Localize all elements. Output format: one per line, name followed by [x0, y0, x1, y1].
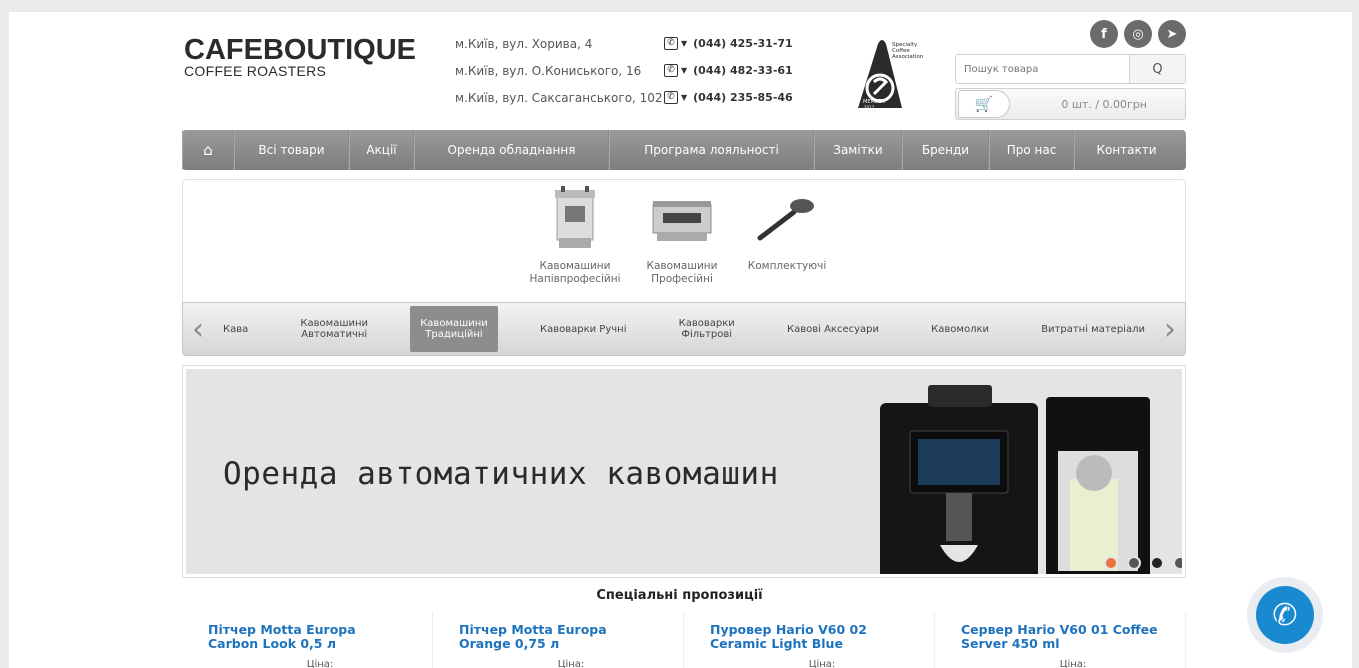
offer-price-label: Ціна:: [1059, 659, 1087, 668]
instagram-icon[interactable]: ◎: [1124, 20, 1152, 48]
sca-member-badge: Specialty Coffee Association MEMBER 2017: [858, 40, 924, 110]
badge-year: 2017: [864, 105, 875, 110]
slider-dot[interactable]: [1127, 556, 1141, 570]
phone-number-3: (044) 235-85-46: [693, 91, 793, 104]
address-2: м.Київ, вул. О.Кониського, 16: [455, 64, 642, 78]
subcategory-professional[interactable]: Кавомашини Професійні: [636, 186, 728, 286]
phone-row-2[interactable]: ✆ ▼ (044) 482-33-61: [664, 64, 793, 91]
offer-card[interactable]: Сервер Hario V60 01 Coffee Server 450 ml…: [935, 611, 1186, 668]
chevron-left-icon[interactable]: ‹: [183, 312, 213, 347]
search-box: Q: [955, 54, 1186, 84]
phone-list: ✆ ▼ (044) 425-31-71 ✆ ▼ (044) 482-33-61 ✆ ▼…: [664, 37, 793, 118]
nav-item-equipment-rent[interactable]: Оренда обладнання: [414, 130, 609, 170]
social-links: f ◎ ➤: [1090, 20, 1186, 48]
phone-number-1: (044) 425-31-71: [693, 37, 793, 50]
offer-name[interactable]: Пітчер Motta Europa Orange 0,75 л: [459, 623, 659, 651]
offer-card[interactable]: Пітчер Motta Europa Carbon Look 0,5 л Ці…: [182, 611, 433, 668]
subcategory-semi-pro[interactable]: Кавомашини Напівпрофесійні: [529, 186, 621, 286]
slider-dot[interactable]: [1150, 556, 1164, 570]
subcategory-components[interactable]: Комплектуючі: [741, 186, 833, 273]
espresso-machine-semi-pro-image: [529, 186, 621, 252]
phone-row-1[interactable]: ✆ ▼ (044) 425-31-71: [664, 37, 793, 64]
nav-item-contacts[interactable]: Контакти: [1074, 130, 1178, 170]
cart-summary: 0 шт. / 0.00грн: [1061, 97, 1147, 111]
chevron-right-icon[interactable]: ›: [1155, 312, 1185, 347]
nav-item-all-products[interactable]: Всі товари: [234, 130, 349, 170]
callback-button[interactable]: ✆: [1247, 577, 1323, 653]
caret-down-icon: ▼: [681, 93, 688, 102]
nav-item-notes[interactable]: Замітки: [814, 130, 902, 170]
offer-price-label: Ціна:: [557, 659, 585, 668]
coffee-machines-image: [880, 385, 1150, 574]
cart[interactable]: 🛒 0 шт. / 0.00грн: [955, 88, 1186, 120]
category-traditional-machines[interactable]: Кавомашини Традиційні: [410, 306, 498, 352]
category-coffee[interactable]: Кава: [213, 306, 258, 352]
search-button[interactable]: Q: [1129, 55, 1185, 83]
banner-title: Оренда автоматичних кавомашин: [223, 456, 779, 492]
logo[interactable]: CAFEBOUTIQUE COFFEE ROASTERS: [184, 34, 416, 79]
phone-icon: ✆: [664, 91, 678, 104]
phone-icon: ✆: [664, 37, 678, 50]
subcategory-components-label: Комплектуючі: [747, 260, 827, 272]
category-manual-brewers[interactable]: Кавоварки Ручні: [530, 306, 637, 352]
offer-price-label: Ціна:: [306, 659, 334, 668]
home-icon[interactable]: ⌂: [182, 130, 234, 170]
special-offers-title: Спеціальні пропозиції: [596, 588, 763, 603]
category-consumables[interactable]: Витратні матеріали: [1031, 306, 1155, 352]
category-accessories[interactable]: Кавові Аксесуари: [777, 306, 889, 352]
subcategory-semi-pro-label: Кавомашини Напівпрофесійні: [529, 260, 621, 285]
logo-sub-text: COFFEE ROASTERS: [184, 63, 327, 79]
promo-banner[interactable]: Оренда автоматичних кавомашин: [182, 365, 1186, 578]
subcategory-panel: Кавомашини Напівпрофесійні Кавомашини Пр…: [182, 179, 1186, 303]
address-list: м.Київ, вул. Хорива, 4 м.Київ, вул. О.Ко…: [455, 37, 663, 118]
offer-price-label: Ціна:: [808, 659, 836, 668]
slider-dot[interactable]: [1173, 556, 1182, 570]
facebook-icon[interactable]: f: [1090, 20, 1118, 48]
slider-dots: [1104, 556, 1182, 570]
nav-item-promotions[interactable]: Акції: [349, 130, 414, 170]
category-slider-items: Кава Кавомашини Автоматичні Кавомашини Т…: [213, 302, 1155, 356]
telegram-icon[interactable]: ➤: [1158, 20, 1186, 48]
address-1: м.Київ, вул. Хорива, 4: [455, 37, 593, 51]
phone-number-2: (044) 482-33-61: [693, 64, 793, 77]
nav-item-brands[interactable]: Бренди: [902, 130, 989, 170]
category-slider: ‹ Кава Кавомашини Автоматичні Кавомашини…: [182, 302, 1186, 356]
promo-banner-slide: Оренда автоматичних кавомашин: [186, 369, 1182, 574]
offer-list: Пітчер Motta Europa Carbon Look 0,5 л Ці…: [182, 611, 1186, 668]
caret-down-icon: ▼: [681, 39, 688, 48]
offer-card[interactable]: Пуровер Hario V60 02 Ceramic Light Blue …: [684, 611, 935, 668]
category-filter-brewers[interactable]: Кавоварки Фільтрові: [669, 306, 745, 352]
main-nav: ⌂ Всі товари Акції Оренда обладнання Про…: [182, 130, 1186, 170]
offer-name[interactable]: Пуровер Hario V60 02 Ceramic Light Blue: [710, 623, 910, 651]
portafilter-image: [741, 186, 833, 252]
search-input[interactable]: [956, 55, 1129, 83]
logo-main-text: CAFEBOUTIQUE: [184, 34, 416, 66]
category-automatic-machines[interactable]: Кавомашини Автоматичні: [290, 306, 378, 352]
offer-card[interactable]: Пітчер Motta Europa Orange 0,75 л Ціна:: [433, 611, 684, 668]
phone-row-3[interactable]: ✆ ▼ (044) 235-85-46: [664, 91, 793, 118]
address-3: м.Київ, вул. Саксаганського, 102: [455, 91, 663, 105]
category-grinders[interactable]: Кавомолки: [921, 306, 999, 352]
subcategory-professional-label: Кавомашини Професійні: [646, 260, 718, 285]
nav-item-about[interactable]: Про нас: [989, 130, 1074, 170]
espresso-machine-pro-image: [636, 186, 728, 252]
badge-line-3: Association: [892, 54, 924, 60]
phone-call-icon: ✆: [1256, 586, 1314, 644]
slider-dot[interactable]: [1104, 556, 1118, 570]
caret-down-icon: ▼: [681, 66, 688, 75]
offer-name[interactable]: Пітчер Motta Europa Carbon Look 0,5 л: [208, 623, 408, 651]
cart-icon: 🛒: [958, 90, 1010, 118]
nav-item-loyalty[interactable]: Програма лояльності: [609, 130, 814, 170]
offer-name[interactable]: Сервер Hario V60 01 Coffee Server 450 ml: [961, 623, 1161, 651]
phone-icon: ✆: [664, 64, 678, 77]
